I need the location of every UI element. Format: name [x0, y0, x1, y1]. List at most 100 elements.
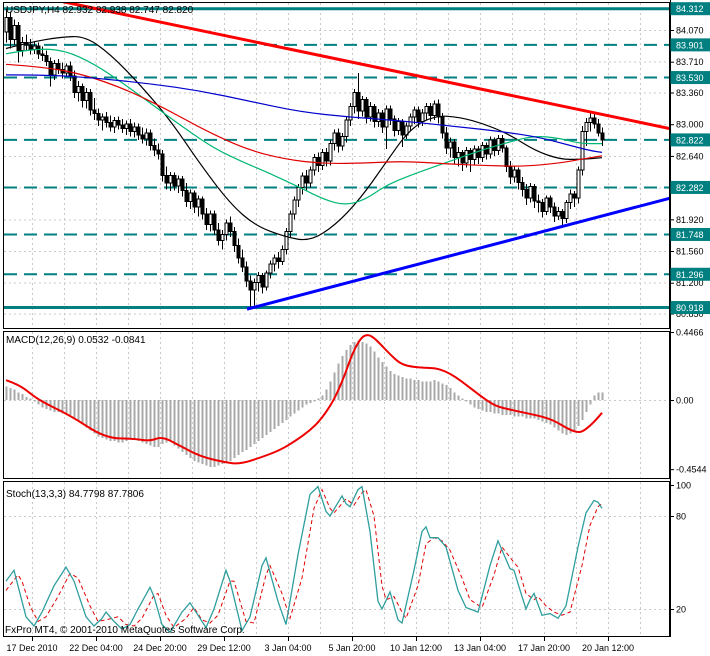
- bull-candle: [268, 263, 273, 274]
- bear-candle: [444, 132, 449, 149]
- bull-candle: [256, 275, 261, 284]
- macd-axis-label: 0.00: [676, 396, 694, 406]
- bear-candle: [92, 109, 97, 115]
- bull-candle: [472, 148, 477, 160]
- bull-candle: [360, 99, 365, 112]
- time-axis-label: 13 Jan 04:00: [454, 643, 506, 653]
- bear-candle: [248, 280, 253, 291]
- price-axis: 84.070 83.710 83.360 83.000 82.640 81.920 81.5…: [670, 2, 710, 615]
- bear-candle: [204, 213, 209, 226]
- bear-candle: [428, 106, 433, 116]
- bear-candle: [116, 120, 121, 126]
- time-axis-label: 29 Dec 12:00: [197, 643, 251, 653]
- bear-candle: [68, 65, 73, 77]
- bull-candle: [12, 25, 17, 41]
- price-level-badge-text: 81.296: [676, 270, 704, 280]
- bull-candle: [580, 130, 585, 171]
- bear-candle: [388, 108, 393, 120]
- bull-candle: [480, 144, 485, 159]
- bull-candle: [528, 186, 533, 199]
- support-resistance-levels[interactable]: [4, 7, 670, 310]
- bull-candle: [292, 199, 297, 215]
- bear-candle: [416, 109, 421, 123]
- price-axis-label: 83.000: [676, 120, 704, 130]
- bear-candle: [336, 132, 341, 147]
- bull-candle: [424, 106, 429, 114]
- bear-candle: [520, 181, 525, 190]
- bear-candle: [164, 174, 169, 184]
- bull-candle: [64, 65, 69, 74]
- panel-borders: [3, 0, 671, 637]
- bull-candle: [32, 45, 37, 50]
- bull-candle: [224, 222, 229, 235]
- bull-candle: [168, 174, 173, 184]
- bull-candle: [420, 112, 425, 123]
- bear-candle: [44, 55, 49, 63]
- macd-signal-line: [5, 334, 603, 465]
- chart-canvas[interactable]: 84.070 83.710 83.360 83.000 82.640 81.920 81.5…: [0, 0, 710, 656]
- bear-candle: [572, 193, 577, 199]
- bull-candle: [112, 120, 117, 128]
- bear-candle: [184, 189, 189, 203]
- bear-candle: [468, 150, 473, 160]
- bull-candle: [124, 123, 129, 130]
- bear-candle: [80, 85, 85, 101]
- bear-candle: [8, 17, 13, 41]
- bull-candle: [220, 233, 225, 241]
- bear-candle: [16, 25, 21, 51]
- bear-candle: [140, 134, 145, 140]
- bear-candle: [156, 149, 161, 155]
- bull-candle: [348, 106, 353, 121]
- bull-candle: [272, 257, 277, 265]
- price-axis-label: 83.710: [676, 57, 704, 67]
- bull-candle: [576, 169, 581, 199]
- bear-candle: [324, 151, 329, 162]
- time-axis-label: 10 Jan 12:00: [390, 643, 442, 653]
- bear-candle: [120, 124, 125, 130]
- price-level-badge-text: 84.312: [676, 4, 704, 14]
- bear-candle: [536, 200, 541, 204]
- time-axis-label: 17 Jan 20:00: [518, 643, 570, 653]
- price-axis-label: 84.070: [676, 26, 704, 36]
- price-axis-label: 83.360: [676, 88, 704, 98]
- bear-candle: [304, 175, 309, 184]
- bull-candle: [132, 126, 137, 132]
- bear-candle: [516, 169, 521, 183]
- bear-candle: [152, 144, 157, 151]
- bull-candle: [300, 175, 305, 189]
- bull-candle: [84, 92, 89, 101]
- bear-candle: [212, 213, 217, 231]
- macd-axis-label: 0.4466: [676, 328, 704, 338]
- bear-candle: [216, 229, 221, 241]
- time-axis[interactable]: 17 Dec 2010 22 Dec 04:00 24 Dec 20:00 29 De…: [6, 637, 634, 653]
- bear-candle: [88, 92, 93, 111]
- bull-candle: [252, 282, 257, 291]
- bear-candle: [108, 121, 113, 128]
- price-level-badge-text: 81.748: [676, 230, 704, 240]
- macd-axis-label: -0.4544: [676, 465, 707, 475]
- bear-candle: [192, 192, 197, 208]
- bear-candle: [592, 117, 597, 125]
- bear-candle: [452, 141, 457, 159]
- bear-candle: [240, 257, 245, 268]
- bull-candle: [564, 202, 569, 219]
- bear-candle: [560, 210, 565, 219]
- grid-lines: [4, 3, 670, 636]
- stoch-axis-label: 100: [676, 481, 691, 491]
- bear-candle: [596, 123, 601, 134]
- trendlines[interactable]: [55, 0, 670, 311]
- bear-candle: [548, 197, 553, 208]
- price-level-badge-text: 83.530: [676, 73, 704, 83]
- bear-candle: [136, 126, 141, 136]
- bear-candle: [228, 222, 233, 233]
- bear-candle: [232, 231, 237, 247]
- bear-candle: [260, 275, 265, 288]
- bull-candle: [340, 136, 345, 147]
- ascending-trendline: [246, 196, 670, 311]
- bull-candle: [176, 178, 181, 187]
- bull-candle: [328, 143, 333, 162]
- bear-candle: [504, 147, 509, 167]
- bull-candle: [196, 198, 201, 208]
- bull-candle: [188, 192, 193, 203]
- bull-candle: [412, 109, 417, 118]
